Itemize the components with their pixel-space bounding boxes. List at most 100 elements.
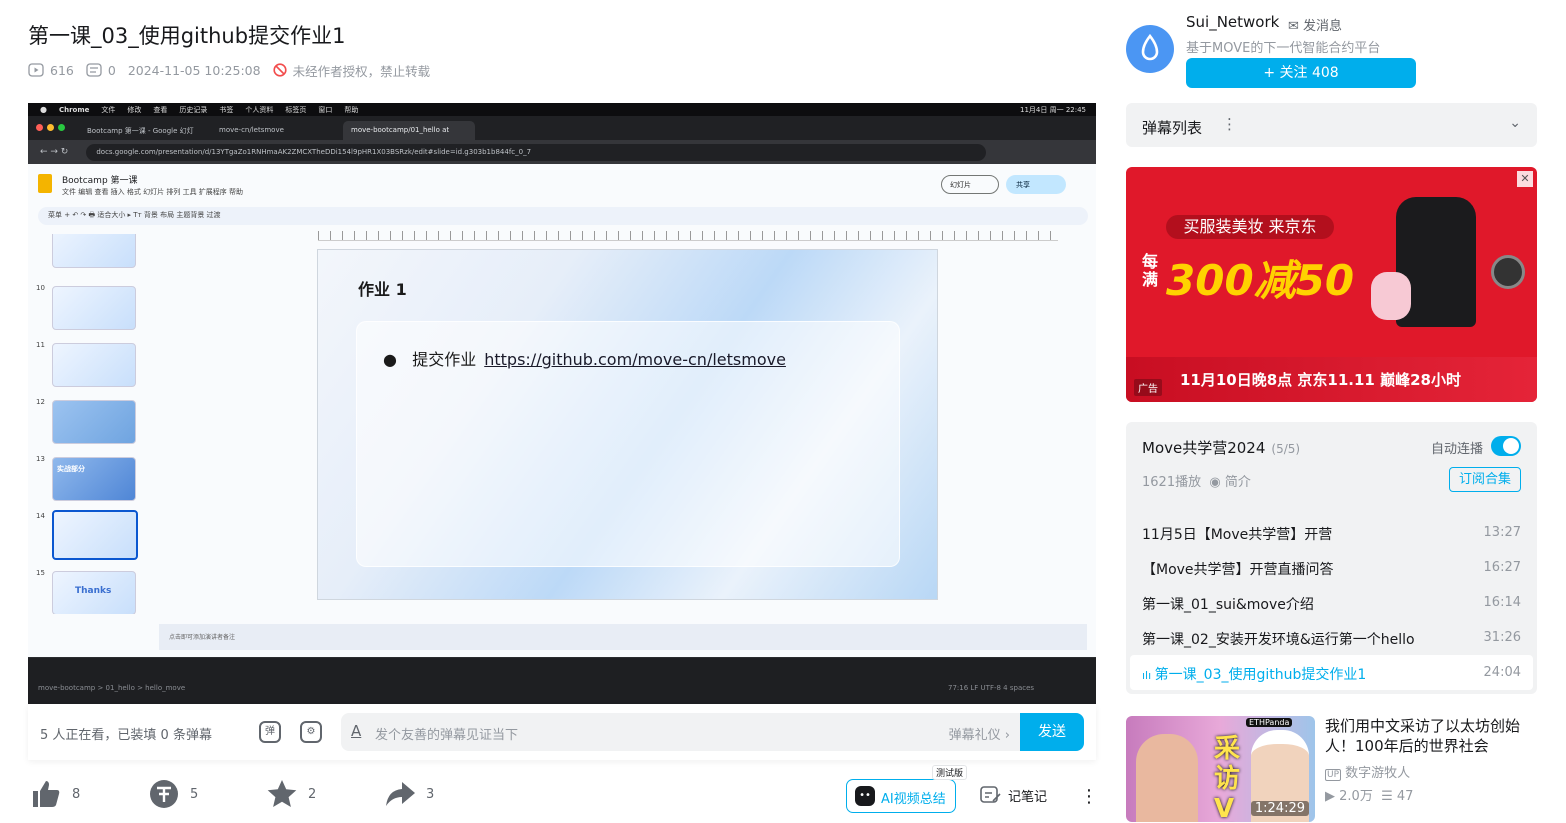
thumbs-up-icon [33, 781, 60, 807]
note-edit-icon [980, 786, 1001, 803]
slide-canvas: 作业 1 ● 提交作业 https://github.com/move-cn/le… [317, 249, 938, 600]
up-description: 基于MOVE的下一代智能合约平台 [1186, 41, 1381, 56]
browser-tab-active: move-bootcamp/01_hello at [343, 121, 475, 140]
notes-button[interactable]: 记笔记 [980, 786, 1047, 805]
zoom-dot [58, 124, 65, 131]
episode-item[interactable]: 11月5日【Move共学营】开营 13:27 [1126, 515, 1537, 550]
up-name[interactable]: Sui_Network [1186, 13, 1279, 31]
share-button: 共享 [1006, 175, 1066, 194]
text-style-icon[interactable]: A [351, 722, 361, 740]
slide-thumb [52, 400, 136, 444]
autoplay-label: 自动连播 [1431, 442, 1484, 457]
slide-thumb [52, 286, 136, 330]
browser-tab: Bootcamp 第一课 - Google 幻灯 [87, 127, 194, 135]
danmaku-input[interactable]: A 发个友善的弹幕见证当下 弹幕礼仪 › [341, 713, 1022, 751]
episode-item-current[interactable]: ılı 第一课_03_使用github提交作业1 24:04 [1130, 655, 1533, 690]
kebab-menu-icon[interactable]: ⋮ [1222, 115, 1237, 133]
danmaku-settings-icon[interactable]: ⚙ [300, 721, 322, 743]
terminal-path: move-bootcamp > 01_hello > hello_move [38, 684, 186, 692]
slide-thumb [52, 343, 136, 387]
video-duration: 1:24:29 [1250, 801, 1309, 816]
collection-title[interactable]: Move共学营2024 (5/5) [1142, 437, 1300, 458]
danmaku-count-icon [86, 63, 102, 77]
danmaku-count-icon: ☰ [1381, 789, 1393, 804]
play-count-icon: ▶ [1325, 789, 1335, 804]
slide-content-box: ● 提交作业 https://github.com/move-cn/letsmov… [356, 321, 900, 567]
episode-item[interactable]: 第一课_01_sui&move介绍 16:14 [1126, 585, 1537, 620]
share-arrow-icon [386, 782, 415, 806]
up-avatar[interactable] [1126, 25, 1174, 73]
episode-item[interactable]: 【Move共学营】开营直播问答 16:27 [1126, 550, 1537, 585]
slideshow-button: 幻灯片 [941, 175, 999, 194]
autoplay-toggle[interactable] [1491, 436, 1521, 456]
terminal-status: 77:16 LF UTF-8 4 spaces [948, 684, 1035, 692]
google-slides-window: Bootcamp 第一课 文件 编辑 查看 插入 格式 幻灯片 排列 工具 扩展… [28, 164, 1096, 657]
share-button[interactable]: 3 [384, 778, 434, 810]
slide-thumb: 实战部分 [52, 457, 136, 501]
url-text: docs.google.com/presentation/d/13YTgaZo1… [86, 143, 987, 161]
more-options-icon[interactable]: ⋮ [1080, 786, 1098, 807]
playing-bars-icon: ılı [1142, 669, 1155, 682]
slides-toolbar: 菜单 + ↶ ↷ 🖶 适合大小 ▸ Tт 背景 布局 主题背景 过渡 [38, 207, 1088, 225]
ruler [318, 231, 1058, 241]
action-bar: 8 5 2 3 •• AI视频总结 测试版 记笔记 ⋮ [28, 765, 1098, 816]
danmaku-list-panel[interactable]: 弹幕列表 ⋮ ⌄ [1126, 103, 1537, 147]
recommend-up[interactable]: UP 数字游牧人 [1325, 762, 1410, 781]
slide-heading: 作业 1 [358, 280, 407, 299]
slides-logo-icon [38, 174, 52, 193]
apple-icon: ● [40, 105, 47, 114]
ai-summary-button[interactable]: •• AI视频总结 [846, 779, 956, 813]
ad-close-icon[interactable]: ✕ [1517, 171, 1533, 187]
nav-arrows-icon: ← → ↻ [40, 147, 69, 157]
slide-bullet: ● 提交作业 https://github.com/move-cn/letsmov… [383, 350, 786, 369]
ad-watch-image [1491, 255, 1525, 289]
browser-url-bar: ← → ↻ docs.google.com/presentation/d/13Y… [28, 140, 1096, 164]
danmaku-placeholder: 发个友善的弹幕见证当下 [375, 728, 519, 743]
danmaku-stat: 0 [86, 63, 116, 78]
video-title: 第一课_03_使用github提交作业1 [28, 24, 346, 48]
ad-bottom-bar: 广告 11月10日晚8点 京东11.11 巅峰28小时 [1126, 357, 1537, 402]
thumb-brand: ETHPanda [1246, 718, 1293, 727]
ad-banner[interactable]: 买服装美妆 来京东 每满 300减50 广告 11月10日晚8点 京东11.11… [1126, 167, 1537, 402]
ad-top-text: 买服装美妆 来京东 [1166, 215, 1334, 239]
video-player[interactable]: ● Chrome 文件 修改 查看 历史记录 书签 个人资料 标签页 窗口 帮助… [28, 103, 1096, 704]
robot-icon: •• [855, 786, 875, 806]
ad-kettlebell-image [1371, 272, 1411, 320]
danmaku-etiquette-link[interactable]: 弹幕礼仪 › [949, 724, 1010, 743]
person-left-image [1136, 734, 1198, 822]
close-dot [36, 124, 43, 131]
recommend-thumbnail[interactable]: 采访V神 ETHPanda 1:24:29 [1126, 716, 1315, 822]
ide-terminal: move-bootcamp > 01_hello > hello_move 77… [28, 657, 1096, 704]
coin-button[interactable]: 5 [148, 778, 198, 810]
episode-item[interactable]: 第一课_02_安装开发环境&运行第一个hello 31:26 [1126, 620, 1537, 655]
slide-thumb: Thanks [52, 571, 136, 614]
forbidden-icon [272, 63, 287, 77]
danmaku-toggle-icon[interactable]: 弹 [259, 721, 281, 743]
chevron-down-icon[interactable]: ⌄ [1509, 115, 1521, 131]
ad-label: 广告 [1134, 379, 1162, 396]
subscribe-collection-button[interactable]: 订阅合集 [1449, 467, 1521, 492]
thumb-headline: 采访V神 [1214, 734, 1241, 822]
danmaku-send-bar: 5 人正在看，已装填 0 条弹幕 弹 ⚙ A 发个友善的弹幕见证当下 弹幕礼仪 … [28, 704, 1096, 760]
eye-icon: ◉ [1209, 475, 1221, 490]
copyright-notice: 未经作者授权，禁止转载 [272, 61, 430, 80]
recommend-title[interactable]: 我们用中文采访了以太坊创始人！100年后的世界社会 [1325, 716, 1540, 756]
slide-link: https://github.com/move-cn/letsmove [484, 350, 786, 369]
favorite-button[interactable]: 2 [266, 778, 316, 810]
collection-stats: 1621播放 ◉ 简介 [1142, 475, 1251, 490]
slide-thumbnails: 9 10 11 12 13 实战部分 14 15 Thanks [28, 234, 156, 614]
send-button[interactable]: 发送 [1020, 713, 1084, 751]
play-count-icon [28, 63, 44, 77]
send-message-button[interactable]: ✉ 发消息 [1288, 15, 1342, 34]
slides-header: Bootcamp 第一课 文件 编辑 查看 插入 格式 幻灯片 排列 工具 扩展… [38, 172, 1088, 202]
mac-menu-bar: ● Chrome 文件 修改 查看 历史记录 书签 个人资料 标签页 窗口 帮助… [28, 103, 1096, 116]
intro-link[interactable]: 简介 [1225, 475, 1251, 490]
speaker-notes: 点击即可添加演讲者备注 [159, 624, 1087, 650]
slide-thumb [52, 234, 136, 268]
follow-button[interactable]: + 关注 408 [1186, 58, 1416, 88]
like-button[interactable]: 8 [30, 778, 80, 810]
minimize-dot [47, 124, 54, 131]
browser-tab: move-cn/letsmove [219, 126, 284, 134]
recommend-stats: ▶ 2.0万 ☰ 47 [1325, 789, 1414, 804]
up-badge-icon: UP [1325, 769, 1342, 781]
